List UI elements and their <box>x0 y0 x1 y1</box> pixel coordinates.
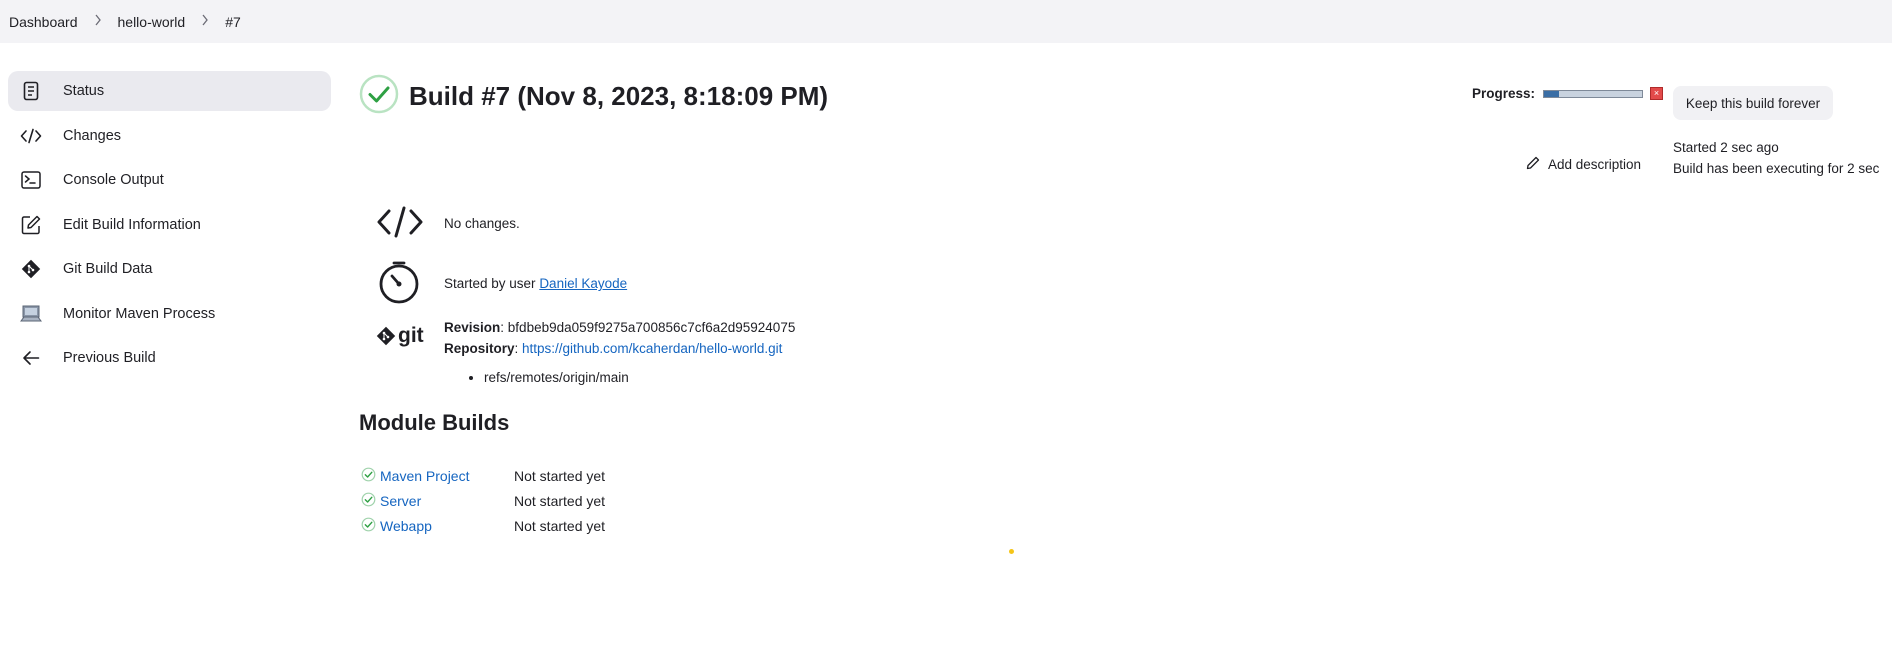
module-link[interactable]: Server <box>380 493 514 509</box>
sidebar-item-monitor-maven-process[interactable]: Monitor Maven Process <box>8 294 331 334</box>
module-status: Not started yet <box>514 518 606 534</box>
sidebar-item-edit-build-information[interactable]: Edit Build Information <box>8 205 331 245</box>
module-status: Not started yet <box>514 493 606 509</box>
sidebar-item-label: Changes <box>63 127 122 144</box>
progress-label: Progress: <box>1472 86 1536 101</box>
success-icon <box>361 517 376 535</box>
build-header: Build #7 (Nov 8, 2023, 8:18:09 PM) <box>359 74 859 119</box>
module-row: Maven Project Not started yet <box>361 467 605 485</box>
sidebar-item-console-output[interactable]: Console Output <box>8 160 331 200</box>
cause-prefix: Started by user <box>444 276 540 291</box>
git-icon: git <box>376 324 424 348</box>
breadcrumb-bar: Dashboard hello-world #7 <box>0 0 1892 43</box>
git-icon <box>20 258 42 280</box>
progress-bar <box>1543 89 1644 98</box>
git-logo-text: git <box>398 324 424 347</box>
module-builds-title: Module Builds <box>359 410 510 435</box>
success-icon <box>361 467 376 485</box>
add-description-label: Add description <box>1548 157 1642 172</box>
repository-link[interactable]: https://github.com/kcaherdan/hello-world… <box>522 341 782 356</box>
colon: : <box>500 320 508 335</box>
code-icon <box>376 205 444 242</box>
edit-icon <box>20 214 42 236</box>
revision-label: Revision <box>444 320 501 335</box>
sidebar: Status Changes Console Output Edit Build… <box>8 71 331 383</box>
module-link[interactable]: Webapp <box>380 518 514 534</box>
module-row: Webapp Not started yet <box>361 517 605 535</box>
success-icon <box>359 74 399 119</box>
no-changes-text: No changes. <box>444 216 520 231</box>
sidebar-item-label: Console Output <box>63 172 164 188</box>
sidebar-item-label: Git Build Data <box>63 261 153 277</box>
sidebar-item-label: Previous Build <box>63 350 156 366</box>
success-icon <box>361 492 376 510</box>
cancel-build-icon[interactable]: × <box>1650 87 1664 100</box>
add-description-link[interactable]: Add description <box>1526 156 1641 173</box>
executing-for: Build has been executing for 2 sec <box>1673 161 1880 176</box>
colon: : <box>514 341 523 356</box>
computer-icon <box>20 303 42 325</box>
revision-row: Revision: bfdbeb9da059f9275a700856c7cf6a… <box>444 317 795 338</box>
sidebar-item-label: Status <box>63 83 105 99</box>
sidebar-item-label: Monitor Maven Process <box>63 305 216 322</box>
build-progress: Progress: × <box>1472 86 1664 101</box>
git-logo: git <box>376 324 424 351</box>
user-link[interactable]: Daniel Kayode <box>539 276 627 291</box>
repository-row: Repository: https://github.com/kcaherdan… <box>444 338 795 359</box>
sidebar-item-changes[interactable]: Changes <box>8 116 331 156</box>
chevron-right-icon <box>94 14 102 29</box>
timer-icon <box>378 260 444 307</box>
sidebar-item-previous-build[interactable]: Previous Build <box>8 338 331 378</box>
chevron-right-icon <box>201 14 209 29</box>
pencil-icon <box>1526 156 1540 173</box>
loading-dot-icon <box>1009 549 1014 554</box>
terminal-icon <box>20 169 42 191</box>
list-item: refs/remotes/origin/main <box>484 367 795 388</box>
started-ago: Started 2 sec ago <box>1673 140 1779 155</box>
page-title: Build #7 (Nov 8, 2023, 8:18:09 PM) <box>409 81 829 111</box>
breadcrumb-job[interactable]: hello-world <box>118 14 186 30</box>
sidebar-item-label: Edit Build Information <box>63 216 201 233</box>
breadcrumb-dashboard[interactable]: Dashboard <box>9 14 78 30</box>
sidebar-item-git-build-data[interactable]: Git Build Data <box>8 249 331 289</box>
revision-hash: bfdbeb9da059f9275a700856c7cf6a2d95924075 <box>507 320 796 335</box>
module-link[interactable]: Maven Project <box>380 468 514 484</box>
code-icon <box>20 125 42 147</box>
sidebar-item-status[interactable]: Status <box>8 71 331 111</box>
module-row: Server Not started yet <box>361 492 605 510</box>
changes-summary: No changes. <box>376 205 520 242</box>
keep-build-forever-button[interactable]: Keep this build forever <box>1673 86 1833 120</box>
breadcrumb-build[interactable]: #7 <box>225 14 241 30</box>
refs-list: refs/remotes/origin/main <box>444 367 795 388</box>
progress-fill <box>1544 90 1559 97</box>
repository-label: Repository <box>444 341 515 356</box>
breadcrumb: Dashboard hello-world #7 <box>0 14 241 30</box>
build-cause: Started by user Daniel Kayode <box>378 260 627 307</box>
git-build-info: Revision: bfdbeb9da059f9275a700856c7cf6a… <box>444 317 795 388</box>
arrow-left-icon <box>20 347 42 369</box>
document-icon <box>20 80 42 102</box>
module-status: Not started yet <box>514 468 606 484</box>
build-timing: Started 2 sec ago Build has been executi… <box>1673 137 1879 179</box>
